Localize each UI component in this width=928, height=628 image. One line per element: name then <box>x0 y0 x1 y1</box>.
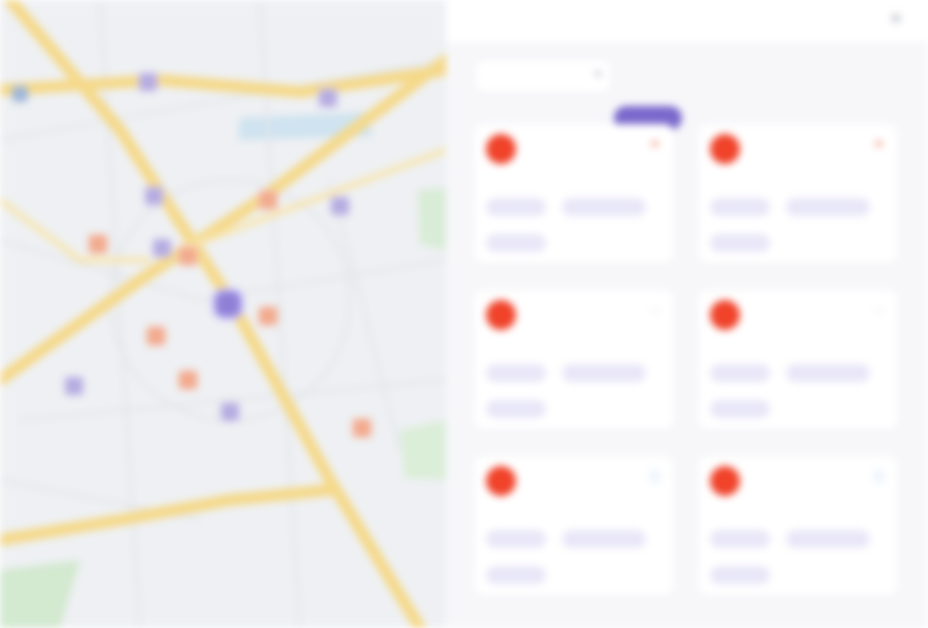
result-card[interactable]: ⋯ <box>474 290 674 430</box>
map-marker[interactable] <box>178 246 198 266</box>
map-marker[interactable] <box>146 326 166 346</box>
filter-dropdown[interactable]: ▾ <box>474 58 612 94</box>
map-marker[interactable] <box>152 238 172 258</box>
avatar <box>486 300 516 330</box>
chevron-down-icon: ▾ <box>594 67 601 81</box>
map-marker[interactable] <box>144 186 164 206</box>
map-marker[interactable] <box>352 418 372 438</box>
tag <box>710 566 770 584</box>
close-icon[interactable]: ✕ <box>886 10 906 30</box>
info-icon[interactable]: ⓘ <box>648 470 662 484</box>
tag <box>710 400 770 418</box>
panel-header: ✕ <box>446 0 928 42</box>
tag <box>486 364 546 382</box>
tag <box>486 566 546 584</box>
tag <box>486 530 546 548</box>
result-card[interactable]: ⚑ <box>474 124 674 264</box>
results-panel: ✕ ▾ ⚑ ⚑ ⋯ ⋯ ⓘ ⓘ <box>446 0 928 628</box>
tag <box>562 198 646 216</box>
tag <box>562 530 646 548</box>
map-marker[interactable] <box>330 196 350 216</box>
result-card[interactable]: ⚑ <box>698 124 898 264</box>
tag <box>562 364 646 382</box>
tag <box>786 198 870 216</box>
more-icon[interactable]: ⋯ <box>648 304 662 318</box>
avatar <box>710 300 740 330</box>
map-marker[interactable] <box>12 86 28 102</box>
tag <box>786 364 870 382</box>
map-marker[interactable] <box>138 72 158 92</box>
map-marker[interactable] <box>220 402 240 422</box>
info-icon[interactable]: ⓘ <box>872 470 886 484</box>
result-card[interactable]: ⋯ <box>698 290 898 430</box>
tag <box>710 198 770 216</box>
more-icon[interactable]: ⋯ <box>872 304 886 318</box>
map-marker[interactable] <box>178 370 198 390</box>
avatar <box>710 134 740 164</box>
map-marker-selected[interactable] <box>212 288 244 320</box>
avatar <box>486 134 516 164</box>
result-card[interactable]: ⓘ <box>474 456 674 596</box>
tag <box>486 198 546 216</box>
tag <box>710 234 770 252</box>
map-marker[interactable] <box>64 376 84 396</box>
flag-icon[interactable]: ⚑ <box>872 138 886 152</box>
map-marker[interactable] <box>318 88 338 108</box>
map-marker[interactable] <box>258 306 278 326</box>
result-card[interactable]: ⓘ <box>698 456 898 596</box>
map-marker[interactable] <box>258 190 278 210</box>
avatar <box>710 466 740 496</box>
tag <box>486 400 546 418</box>
tag <box>486 234 546 252</box>
tag <box>786 530 870 548</box>
tag <box>710 364 770 382</box>
map-marker[interactable] <box>88 234 108 254</box>
tag <box>710 530 770 548</box>
avatar <box>486 466 516 496</box>
map[interactable] <box>0 0 446 628</box>
flag-icon[interactable]: ⚑ <box>648 138 662 152</box>
